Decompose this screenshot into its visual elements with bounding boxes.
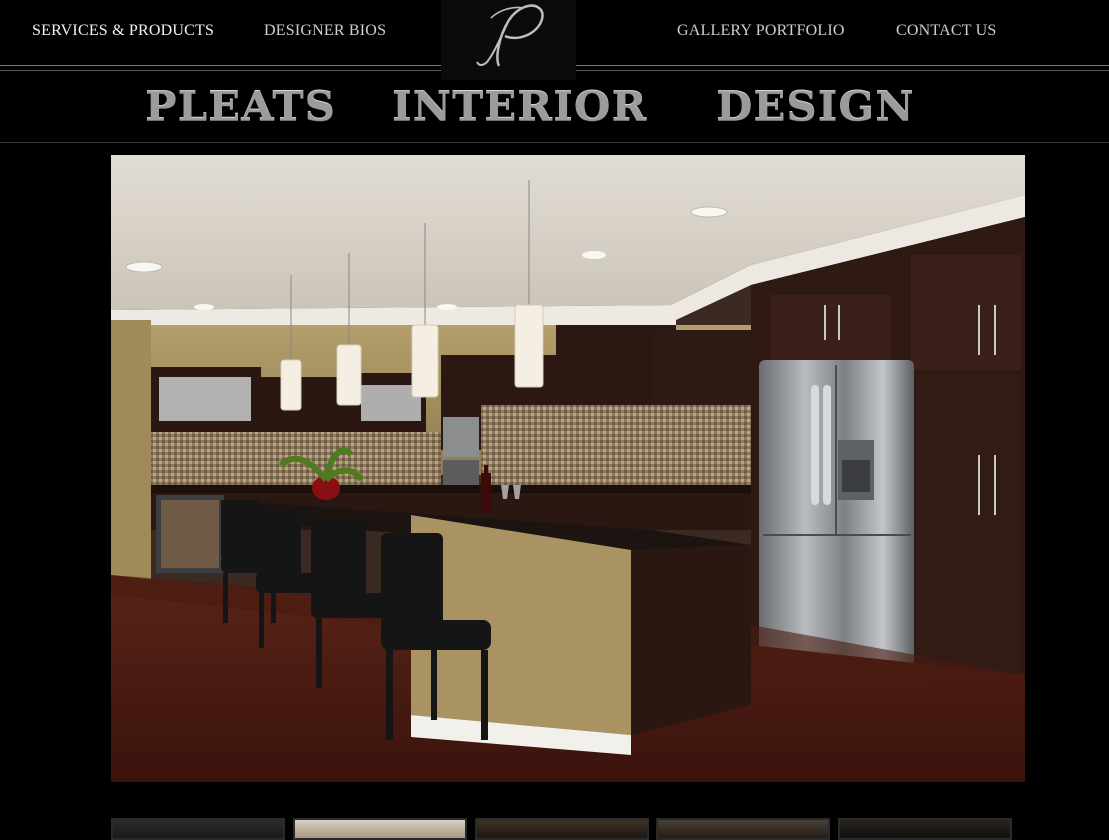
brand-word-3: DESIGN — [716, 83, 915, 130]
nav-rule-right-1 — [576, 65, 1109, 66]
nav-rule-right-2 — [576, 70, 1109, 71]
nav-designer-bios[interactable]: DESIGNER BIOS — [264, 22, 386, 40]
gallery-thumbnail-strip — [111, 818, 1031, 840]
kitchen-photo-icon — [111, 155, 1025, 782]
gallery-thumbnail[interactable] — [111, 818, 285, 840]
brand-word-2: INTERIOR — [392, 83, 648, 130]
brand-word-1: PLEATS — [145, 83, 337, 130]
nav-services-products[interactable]: SERVICES & PRODUCTS — [32, 22, 214, 40]
nav-rule-left-2 — [0, 70, 441, 71]
site-brand-title: PLEATS INTERIOR DESIGN — [0, 82, 1109, 134]
nav-gallery-portfolio[interactable]: GALLERY PORTFOLIO — [677, 22, 845, 40]
nav-rule-left-1 — [0, 65, 441, 66]
hero-kitchen-photo — [111, 155, 1025, 782]
home-logo[interactable] — [441, 0, 576, 80]
top-navigation: SERVICES & PRODUCTS DESIGNER BIOS GALLER… — [0, 0, 1109, 80]
gallery-thumbnail[interactable] — [475, 818, 649, 840]
gallery-thumbnail[interactable] — [293, 818, 467, 840]
logo-monogram-icon — [465, 0, 555, 76]
gallery-thumbnail[interactable] — [656, 818, 830, 840]
nav-contact-us[interactable]: CONTACT US — [896, 22, 996, 40]
brand-divider — [0, 142, 1109, 143]
gallery-thumbnail[interactable] — [838, 818, 1012, 840]
